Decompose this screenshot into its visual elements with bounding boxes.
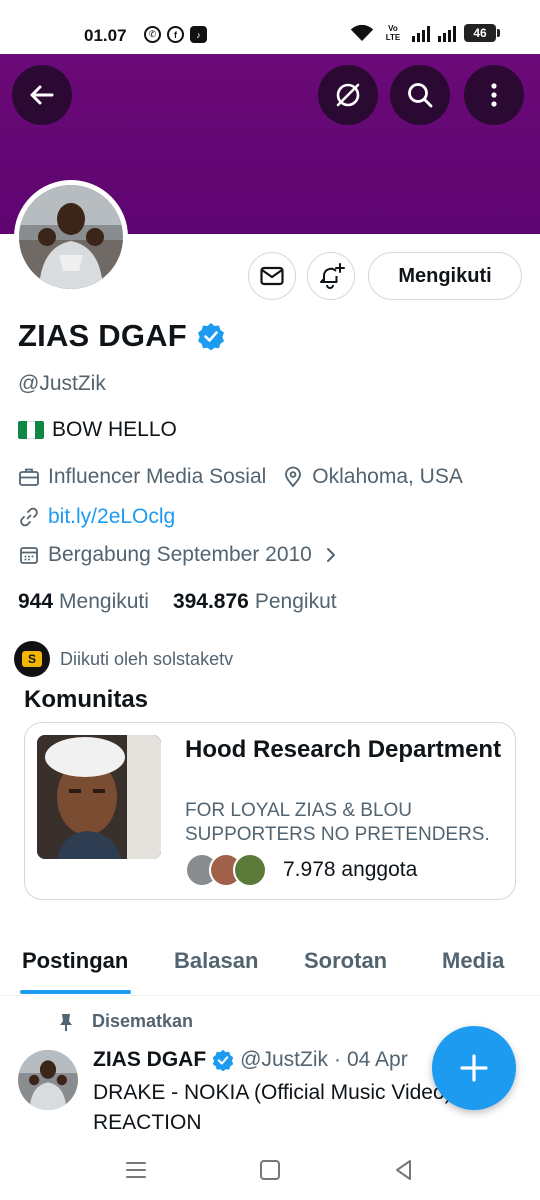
status-time: 01.07 <box>84 26 127 45</box>
community-member-count: 7.978 anggota <box>283 858 418 881</box>
followers-stat[interactable]: 394.876 Pengikut <box>173 590 337 614</box>
more-vertical-icon <box>491 83 497 107</box>
verified-badge-icon[interactable] <box>197 322 225 350</box>
pinned-label: Disematkan <box>92 1011 194 1031</box>
follower-avatar: S <box>14 641 50 677</box>
profile-avatar[interactable] <box>14 180 128 294</box>
tweet-author-name[interactable]: ZIAS DGAF <box>93 1048 206 1072</box>
location-pin-icon <box>285 466 302 488</box>
volte-indicator: Vo LTE <box>385 24 401 42</box>
avatar-image <box>19 185 123 289</box>
following-stat[interactable]: 944 Mengikuti <box>18 590 149 614</box>
community-members: 7.978 anggota <box>185 853 417 887</box>
message-button[interactable] <box>248 252 296 300</box>
back-button[interactable] <box>12 65 72 125</box>
profile-tabs: Postingan Balasan Sorotan Media <box>0 940 540 996</box>
signal-icon <box>412 25 430 42</box>
profile-location: Oklahoma, USA <box>312 465 463 488</box>
pinned-label-row: Disematkan <box>56 1011 193 1032</box>
back-nav-icon[interactable] <box>390 1156 418 1184</box>
plus-icon <box>460 1054 488 1082</box>
whatsapp-icon: ✆ <box>144 26 161 43</box>
followers-label: Pengikut <box>254 590 337 613</box>
compose-button[interactable] <box>432 1026 516 1110</box>
bell-plus-icon <box>320 263 345 289</box>
member-avatars <box>185 853 267 887</box>
followed-by-text: Diikuti oleh solstaketv <box>60 648 234 669</box>
verified-badge-icon <box>212 1049 234 1071</box>
tweet-date: 04 Apr <box>347 1048 408 1071</box>
followers-count: 394.876 <box>172 590 249 613</box>
following-label: Mengikuti <box>59 590 149 613</box>
profile-joined-row[interactable]: Bergabung September 2010 <box>18 543 348 567</box>
community-image <box>37 735 161 859</box>
system-nav-bar <box>0 1140 540 1200</box>
search-icon <box>408 83 433 108</box>
profile-website-link[interactable]: bit.ly/2eLOclg <box>48 505 175 529</box>
following-button[interactable]: Mengikuti <box>368 252 522 300</box>
community-name: Hood Research Department <box>185 736 502 763</box>
profile-category: Influencer Media Sosial <box>48 465 267 488</box>
recent-apps-icon[interactable] <box>122 1156 150 1184</box>
active-tab-indicator <box>20 990 131 994</box>
tab-sorotan[interactable]: Sorotan <box>304 948 387 974</box>
follow-stats: 944 Mengikuti 394.876 Pengikut <box>18 590 337 614</box>
profile-name: ZIAS DGAF <box>18 318 187 353</box>
bio-text: BOW HELLO <box>52 418 177 441</box>
pin-icon <box>60 1013 72 1031</box>
tiktok-icon: ♪ <box>190 26 207 43</box>
translate-off-icon <box>336 83 360 107</box>
profile-handle: @JustZik <box>18 372 106 395</box>
following-count: 944 <box>18 590 54 613</box>
wifi-icon <box>350 24 374 41</box>
battery-icon: 46 <box>464 24 500 42</box>
tab-postingan[interactable]: Postingan <box>22 948 128 974</box>
community-description: FOR LOYAL ZIAS & BLOU SUPPORTERS NO PRET… <box>185 800 490 845</box>
tweet-author-avatar[interactable] <box>18 1050 78 1110</box>
profile-meta-row: Influencer Media Sosial Oklahoma, USA <box>18 465 463 489</box>
home-icon[interactable] <box>256 1156 284 1184</box>
profile-bio: BOW HELLO <box>18 418 177 442</box>
profile-website-row: bit.ly/2eLOclg <box>18 505 175 529</box>
notification-icons: ✆ f ♪ <box>144 26 207 43</box>
nigeria-flag-icon <box>18 421 44 439</box>
communities-title: Komunitas <box>24 686 149 713</box>
search-button[interactable] <box>390 65 450 125</box>
signal-icon-2 <box>438 25 456 42</box>
translate-toggle-button[interactable] <box>318 65 378 125</box>
profile-joined: Bergabung September 2010 <box>48 543 312 566</box>
followed-by-row[interactable]: S Diikuti oleh solstaketv <box>14 641 233 677</box>
mail-icon <box>260 266 284 286</box>
status-bar: 01.07 ✆ f ♪ Vo LTE 46 <box>0 0 540 54</box>
link-icon <box>20 507 38 527</box>
tab-balasan[interactable]: Balasan <box>174 948 258 974</box>
community-card[interactable]: Hood Research Department FOR LOYAL ZIAS … <box>24 722 516 900</box>
back-arrow-icon <box>30 85 54 105</box>
tab-media[interactable]: Media <box>442 948 504 974</box>
tweet-author-handle: @JustZik <box>240 1048 328 1071</box>
more-options-button[interactable] <box>464 65 524 125</box>
profile-name-row: ZIAS DGAF <box>18 318 225 354</box>
facebook-icon: f <box>167 26 184 43</box>
system-indicators: Vo LTE 46 <box>350 24 500 42</box>
briefcase-icon <box>19 468 39 486</box>
notify-button[interactable] <box>307 252 355 300</box>
chevron-right-icon <box>326 548 335 562</box>
calendar-icon <box>20 547 38 564</box>
tweet-separator: · <box>334 1048 341 1071</box>
